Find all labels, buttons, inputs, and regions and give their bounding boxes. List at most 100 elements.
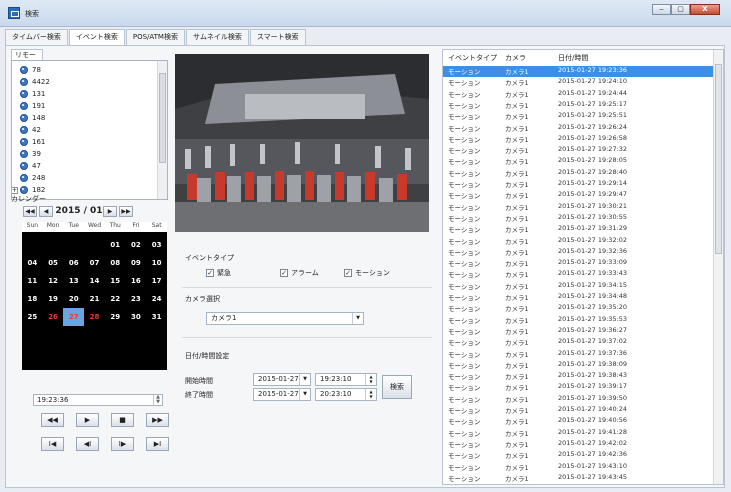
chevron-down-icon[interactable]: ▼ bbox=[352, 313, 363, 324]
table-row[interactable]: モーション カメラ1 2015-01-27 19:33:09 bbox=[443, 258, 713, 269]
table-row[interactable]: モーション カメラ1 2015-01-27 19:43:10 bbox=[443, 462, 713, 473]
checkbox-alarm[interactable]: ✓ アラーム bbox=[280, 268, 319, 278]
calendar-day[interactable]: 20 bbox=[63, 290, 84, 308]
table-row[interactable]: モーション カメラ1 2015-01-27 19:40:24 bbox=[443, 405, 713, 416]
table-row[interactable]: モーション カメラ1 2015-01-27 19:26:58 bbox=[443, 134, 713, 145]
play-button[interactable]: ▶ bbox=[76, 413, 99, 427]
column-header-event-type[interactable]: イベントタイプ bbox=[443, 53, 505, 64]
calendar-day[interactable]: 03 bbox=[146, 236, 167, 254]
table-row[interactable]: モーション カメラ1 2015-01-27 19:23:36 bbox=[443, 66, 713, 77]
tree-item[interactable]: 42 bbox=[20, 125, 41, 135]
list-scrollbar[interactable] bbox=[713, 50, 723, 484]
end-time-field[interactable]: 20:23:10 ▲ ▼ bbox=[315, 388, 377, 401]
tree-item[interactable]: 39 bbox=[20, 149, 41, 159]
table-row[interactable]: モーション カメラ1 2015-01-27 19:35:20 bbox=[443, 303, 713, 314]
prev-year-button[interactable]: ◀◀ bbox=[23, 205, 37, 217]
calendar-day[interactable]: 25 bbox=[22, 308, 43, 326]
table-row[interactable]: モーション カメラ1 2015-01-27 19:34:48 bbox=[443, 292, 713, 303]
stop-button[interactable]: ■ bbox=[111, 413, 134, 427]
calendar-day[interactable]: 31 bbox=[146, 308, 167, 326]
next-month-button[interactable]: ▶ bbox=[103, 205, 117, 217]
time-spinner[interactable]: ▲ ▼ bbox=[365, 374, 376, 385]
calendar-day[interactable]: 11 bbox=[22, 272, 43, 290]
scroll-thumb[interactable] bbox=[159, 73, 166, 163]
go-start-button[interactable]: I◀ bbox=[41, 437, 64, 451]
scroll-thumb[interactable] bbox=[715, 64, 722, 254]
calendar-day[interactable]: 21 bbox=[84, 290, 105, 308]
checkbox-box[interactable]: ✓ bbox=[280, 269, 288, 277]
rewind-button[interactable]: ◀◀ bbox=[41, 413, 64, 427]
calendar-day[interactable]: 06 bbox=[63, 254, 84, 272]
calendar-day[interactable]: 27 bbox=[63, 308, 85, 326]
column-header-datetime[interactable]: 日付/時間 bbox=[558, 53, 708, 64]
table-row[interactable]: モーション カメラ1 2015-01-27 19:33:43 bbox=[443, 269, 713, 280]
table-row[interactable]: モーション カメラ1 2015-01-27 19:43:45 bbox=[443, 473, 713, 484]
tree-item[interactable]: 248 bbox=[20, 173, 45, 183]
tree-item[interactable]: 131 bbox=[20, 89, 45, 99]
calendar-day[interactable]: 04 bbox=[22, 254, 43, 272]
checkbox-emergency[interactable]: ✓ 緊急 bbox=[206, 268, 231, 278]
table-row[interactable]: モーション カメラ1 2015-01-27 19:36:27 bbox=[443, 326, 713, 337]
calendar-day[interactable]: 05 bbox=[43, 254, 64, 272]
maximize-button[interactable]: ▢ bbox=[671, 4, 690, 15]
start-date-field[interactable]: 2015-01-27 ▼ bbox=[253, 373, 311, 386]
close-button[interactable]: X bbox=[690, 4, 720, 15]
chevron-down-icon[interactable]: ▼ bbox=[299, 389, 310, 400]
playback-time-field[interactable]: 19:23:36 ▲ ▼ bbox=[33, 394, 163, 406]
calendar-day[interactable]: 14 bbox=[84, 272, 105, 290]
table-row[interactable]: モーション カメラ1 2015-01-27 19:42:02 bbox=[443, 439, 713, 450]
table-row[interactable]: モーション カメラ1 2015-01-27 19:35:53 bbox=[443, 315, 713, 326]
calendar-day[interactable]: 10 bbox=[146, 254, 167, 272]
calendar-day[interactable]: 24 bbox=[146, 290, 167, 308]
device-tree[interactable]: 78 4422 131 191 148 42 161 39 47 248 +18… bbox=[11, 60, 168, 200]
calendar-day[interactable]: 08 bbox=[105, 254, 126, 272]
table-row[interactable]: モーション カメラ1 2015-01-27 19:24:44 bbox=[443, 89, 713, 100]
table-row[interactable]: モーション カメラ1 2015-01-27 19:32:36 bbox=[443, 247, 713, 258]
tab-pos-atm-search[interactable]: POS/ATM検索 bbox=[125, 29, 185, 45]
calendar-day[interactable]: 01 bbox=[105, 236, 126, 254]
table-row[interactable]: モーション カメラ1 2015-01-27 19:25:51 bbox=[443, 111, 713, 122]
go-end-button[interactable]: ▶I bbox=[146, 437, 169, 451]
checkbox-box[interactable]: ✓ bbox=[344, 269, 352, 277]
calendar-day[interactable]: 22 bbox=[105, 290, 126, 308]
column-header-camera[interactable]: カメラ bbox=[505, 53, 558, 64]
calendar-day[interactable]: 09 bbox=[126, 254, 147, 272]
table-row[interactable]: モーション カメラ1 2015-01-27 19:29:47 bbox=[443, 190, 713, 201]
time-spinner[interactable]: ▲ ▼ bbox=[365, 389, 376, 400]
table-row[interactable]: モーション カメラ1 2015-01-27 19:34:15 bbox=[443, 281, 713, 292]
calendar-day[interactable]: 17 bbox=[146, 272, 167, 290]
next-year-button[interactable]: ▶▶ bbox=[119, 205, 133, 217]
time-spinner[interactable]: ▲ ▼ bbox=[153, 395, 162, 405]
table-row[interactable]: モーション カメラ1 2015-01-27 19:31:29 bbox=[443, 224, 713, 235]
tree-item[interactable]: 148 bbox=[20, 113, 45, 123]
table-row[interactable]: モーション カメラ1 2015-01-27 19:41:28 bbox=[443, 428, 713, 439]
table-row[interactable]: モーション カメラ1 2015-01-27 19:40:56 bbox=[443, 416, 713, 427]
start-time-field[interactable]: 19:23:10 ▲ ▼ bbox=[315, 373, 377, 386]
fast-forward-button[interactable]: ▶▶ bbox=[146, 413, 169, 427]
camera-select[interactable]: カメラ1 ▼ bbox=[206, 312, 364, 325]
tab-thumbnail-search[interactable]: サムネイル検索 bbox=[185, 29, 249, 45]
calendar-day[interactable]: 15 bbox=[105, 272, 126, 290]
table-row[interactable]: モーション カメラ1 2015-01-27 19:28:05 bbox=[443, 156, 713, 167]
step-back-button[interactable]: ◀I bbox=[76, 437, 99, 451]
table-row[interactable]: モーション カメラ1 2015-01-27 19:39:17 bbox=[443, 382, 713, 393]
calendar-day[interactable]: 19 bbox=[43, 290, 64, 308]
tab-timebar-search[interactable]: タイムバー検索 bbox=[5, 29, 68, 45]
table-row[interactable]: モーション カメラ1 2015-01-27 19:25:17 bbox=[443, 100, 713, 111]
calendar-day[interactable]: 18 bbox=[22, 290, 43, 308]
table-row[interactable]: モーション カメラ1 2015-01-27 19:37:36 bbox=[443, 349, 713, 360]
end-date-field[interactable]: 2015-01-27 ▼ bbox=[253, 388, 311, 401]
table-row[interactable]: モーション カメラ1 2015-01-27 19:38:09 bbox=[443, 360, 713, 371]
chevron-down-icon[interactable]: ▼ bbox=[299, 374, 310, 385]
tree-item[interactable]: 191 bbox=[20, 101, 45, 111]
calendar-day[interactable]: 16 bbox=[126, 272, 147, 290]
tab-event-search[interactable]: イベント検索 bbox=[68, 29, 125, 46]
tab-smart-search[interactable]: スマート検索 bbox=[249, 29, 306, 45]
calendar-day[interactable]: 07 bbox=[84, 254, 105, 272]
tree-scrollbar[interactable] bbox=[157, 61, 167, 199]
tree-item[interactable]: 78 bbox=[20, 65, 41, 75]
search-button[interactable]: 検索 bbox=[382, 375, 412, 399]
prev-month-button[interactable]: ◀ bbox=[39, 205, 53, 217]
table-row[interactable]: モーション カメラ1 2015-01-27 19:37:02 bbox=[443, 337, 713, 348]
table-row[interactable]: モーション カメラ1 2015-01-27 19:24:10 bbox=[443, 77, 713, 88]
